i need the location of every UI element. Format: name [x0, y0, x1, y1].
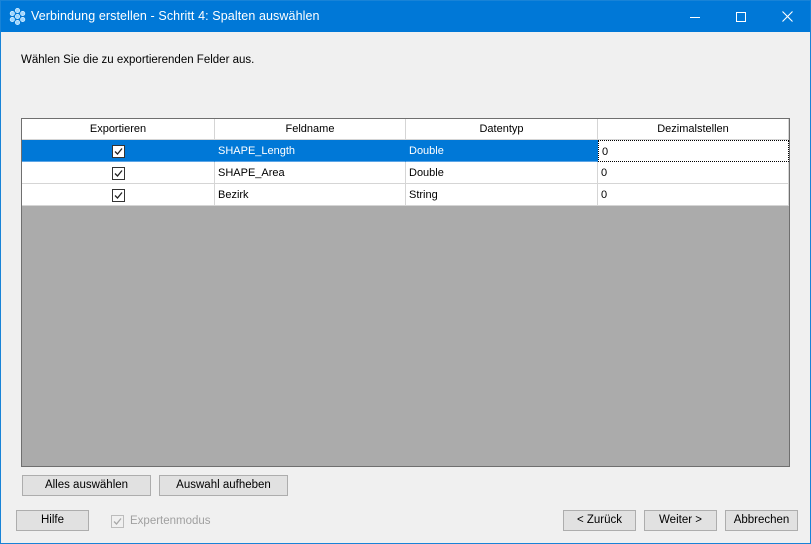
help-button[interactable]: Hilfe	[16, 510, 89, 531]
column-header-datatype[interactable]: Datentyp	[406, 119, 598, 140]
checkmark-icon	[114, 147, 123, 155]
export-cell[interactable]	[22, 162, 215, 184]
export-cell[interactable]	[22, 184, 215, 206]
decimals-cell[interactable]: 0	[598, 162, 789, 184]
select-all-button[interactable]: Alles auswählen	[22, 475, 151, 496]
datatype-cell[interactable]: Double	[406, 162, 598, 184]
column-header-fieldname[interactable]: Feldname	[215, 119, 406, 140]
table-row[interactable]: Bezirk String 0	[22, 184, 789, 206]
table-row[interactable]: SHAPE_Length Double 0	[22, 140, 789, 162]
export-checkbox[interactable]	[112, 166, 125, 180]
instruction-text: Wählen Sie die zu exportierenden Felder …	[21, 54, 255, 66]
decimals-cell[interactable]: 0	[598, 140, 789, 162]
expert-mode-label: Expertenmodus	[130, 515, 211, 527]
close-button[interactable]	[764, 1, 810, 32]
fieldname-cell[interactable]: SHAPE_Length	[215, 140, 406, 162]
export-cell[interactable]	[22, 140, 215, 162]
checkmark-icon	[114, 169, 123, 177]
dialog-window: Verbindung erstellen - Schritt 4: Spalte…	[0, 0, 811, 544]
close-icon	[781, 11, 793, 22]
expert-mode-box	[111, 514, 124, 528]
checkmark-icon	[114, 191, 123, 199]
checkmark-icon	[113, 517, 122, 525]
export-checkbox[interactable]	[112, 188, 125, 202]
cancel-button[interactable]: Abbrechen	[725, 510, 798, 531]
maximize-button[interactable]	[718, 1, 764, 32]
decimals-cell[interactable]: 0	[598, 184, 789, 206]
table-row[interactable]: SHAPE_Area Double 0	[22, 162, 789, 184]
back-button[interactable]: < Zurück	[563, 510, 636, 531]
fieldname-cell[interactable]: Bezirk	[215, 184, 406, 206]
next-button[interactable]: Weiter >	[644, 510, 717, 531]
column-header-export[interactable]: Exportieren	[22, 119, 215, 140]
datatype-cell[interactable]: Double	[406, 140, 598, 162]
minimize-button[interactable]	[672, 1, 718, 32]
clear-selection-button[interactable]: Auswahl aufheben	[159, 475, 288, 496]
export-checkbox[interactable]	[112, 144, 125, 158]
maximize-icon	[736, 11, 746, 22]
app-icon	[9, 7, 26, 26]
title-bar[interactable]: Verbindung erstellen - Schritt 4: Spalte…	[1, 1, 810, 32]
grid-header: Exportieren Feldname Datentyp Dezimalste…	[22, 119, 789, 140]
minimize-icon	[690, 16, 700, 18]
fields-grid[interactable]: Exportieren Feldname Datentyp Dezimalste…	[21, 118, 790, 467]
expert-mode-checkbox: Expertenmodus	[111, 513, 211, 529]
window-title: Verbindung erstellen - Schritt 4: Spalte…	[31, 9, 320, 23]
fieldname-cell[interactable]: SHAPE_Area	[215, 162, 406, 184]
column-header-decimals[interactable]: Dezimalstellen	[598, 119, 789, 140]
datatype-cell[interactable]: String	[406, 184, 598, 206]
